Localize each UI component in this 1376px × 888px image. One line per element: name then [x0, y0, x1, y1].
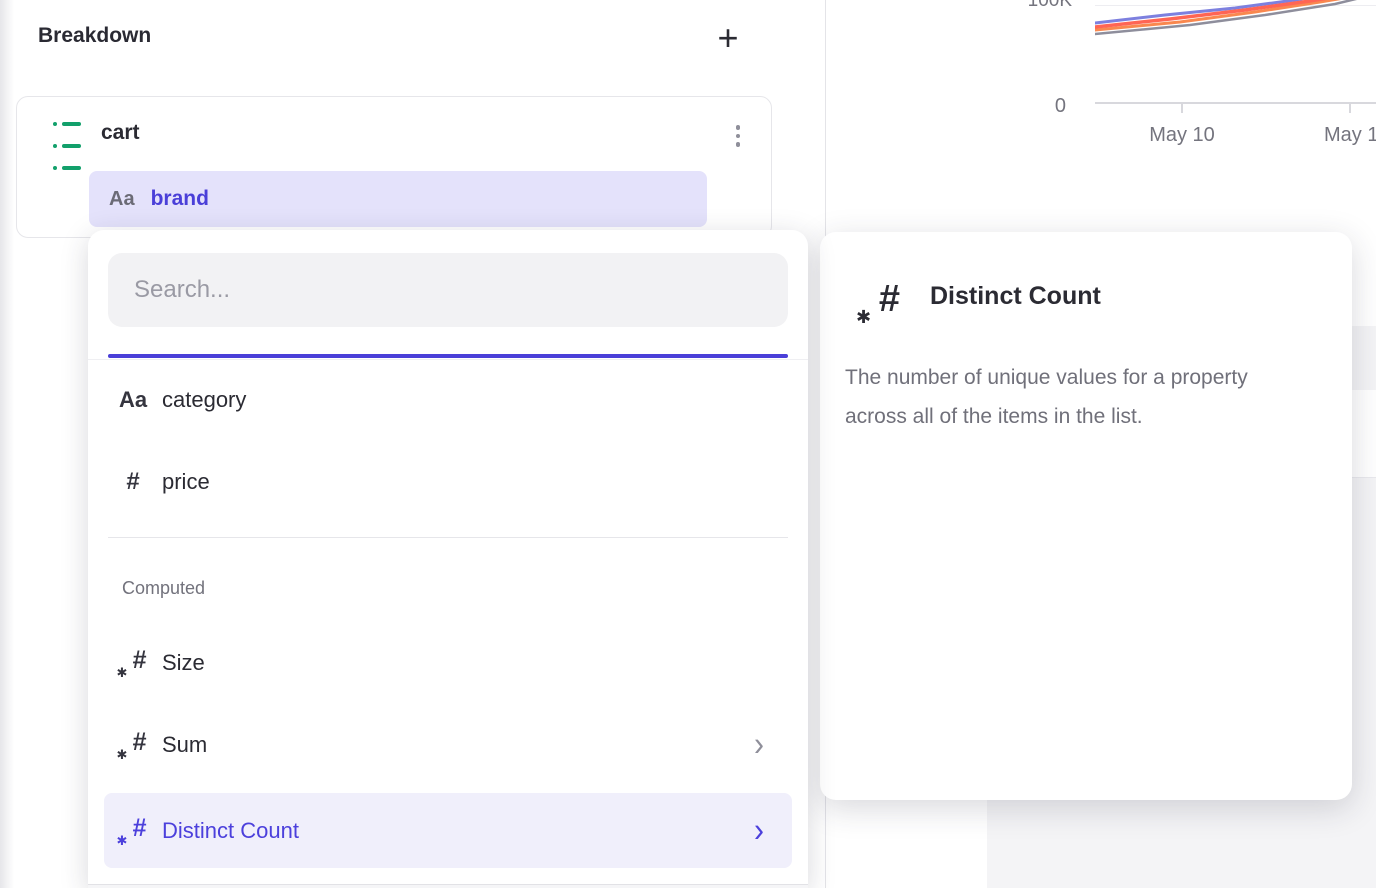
- selected-property-label: brand: [151, 187, 209, 211]
- search-input[interactable]: [108, 253, 788, 327]
- text-type-icon: Aa: [119, 387, 147, 413]
- x-axis-line: [1095, 102, 1376, 104]
- section-divider: [108, 537, 788, 538]
- dropdown-item-sum[interactable]: #✱ Sum ›: [104, 709, 792, 781]
- number-type-icon: #: [126, 468, 139, 496]
- dropdown-item-size[interactable]: #✱ Size: [104, 627, 792, 699]
- y-axis-label-zero: 0: [1030, 95, 1066, 118]
- dropdown-item-category[interactable]: Aa category: [104, 364, 792, 436]
- property-info-tooltip: #✱ Distinct Count The number of unique v…: [820, 232, 1352, 800]
- chevron-right-icon: ›: [754, 728, 764, 763]
- selected-breakdown-property[interactable]: Aa brand: [89, 171, 707, 227]
- add-breakdown-button[interactable]: +: [706, 16, 750, 60]
- insights-page: 100K 0 May 10 May 1 Breakdown + cart Aa …: [0, 0, 1376, 888]
- dropdown-item-price[interactable]: # price: [104, 446, 792, 518]
- x-axis-label-may1: May 1: [1324, 124, 1376, 147]
- tab-divider: [88, 359, 808, 360]
- active-tab-indicator: [108, 354, 788, 358]
- breakdown-section-title: Breakdown: [38, 24, 151, 48]
- y-axis-label-100k: 100K: [1012, 0, 1072, 12]
- plus-icon: +: [717, 20, 738, 56]
- text-type-icon: Aa: [109, 188, 135, 211]
- property-dropdown: Aa category # price Computed #✱ Size #✱ …: [88, 230, 808, 888]
- breakdown-group-name[interactable]: cart: [101, 121, 140, 145]
- kebab-menu-icon[interactable]: [724, 121, 752, 151]
- line-series: [1095, 0, 1376, 45]
- tooltip-title: Distinct Count: [930, 282, 1101, 311]
- x-axis-tick: [1349, 104, 1351, 113]
- chevron-right-icon: ›: [754, 813, 764, 848]
- list-property-icon: [53, 122, 81, 148]
- computed-number-icon: #✱: [860, 280, 900, 326]
- computed-number-icon: #✱: [120, 815, 147, 847]
- computed-number-icon: #✱: [120, 647, 147, 679]
- computed-number-icon: #✱: [120, 729, 147, 761]
- x-axis-label-may10: May 10: [1140, 124, 1224, 147]
- tooltip-description: The number of unique values for a proper…: [845, 358, 1311, 436]
- breakdown-card: cart Aa brand: [16, 96, 772, 238]
- x-axis-tick: [1181, 104, 1183, 113]
- dropdown-item-distinct-count[interactable]: #✱ Distinct Count ›: [104, 793, 792, 868]
- panel-edge-shadow: [0, 0, 14, 888]
- computed-section-label: Computed: [122, 578, 205, 599]
